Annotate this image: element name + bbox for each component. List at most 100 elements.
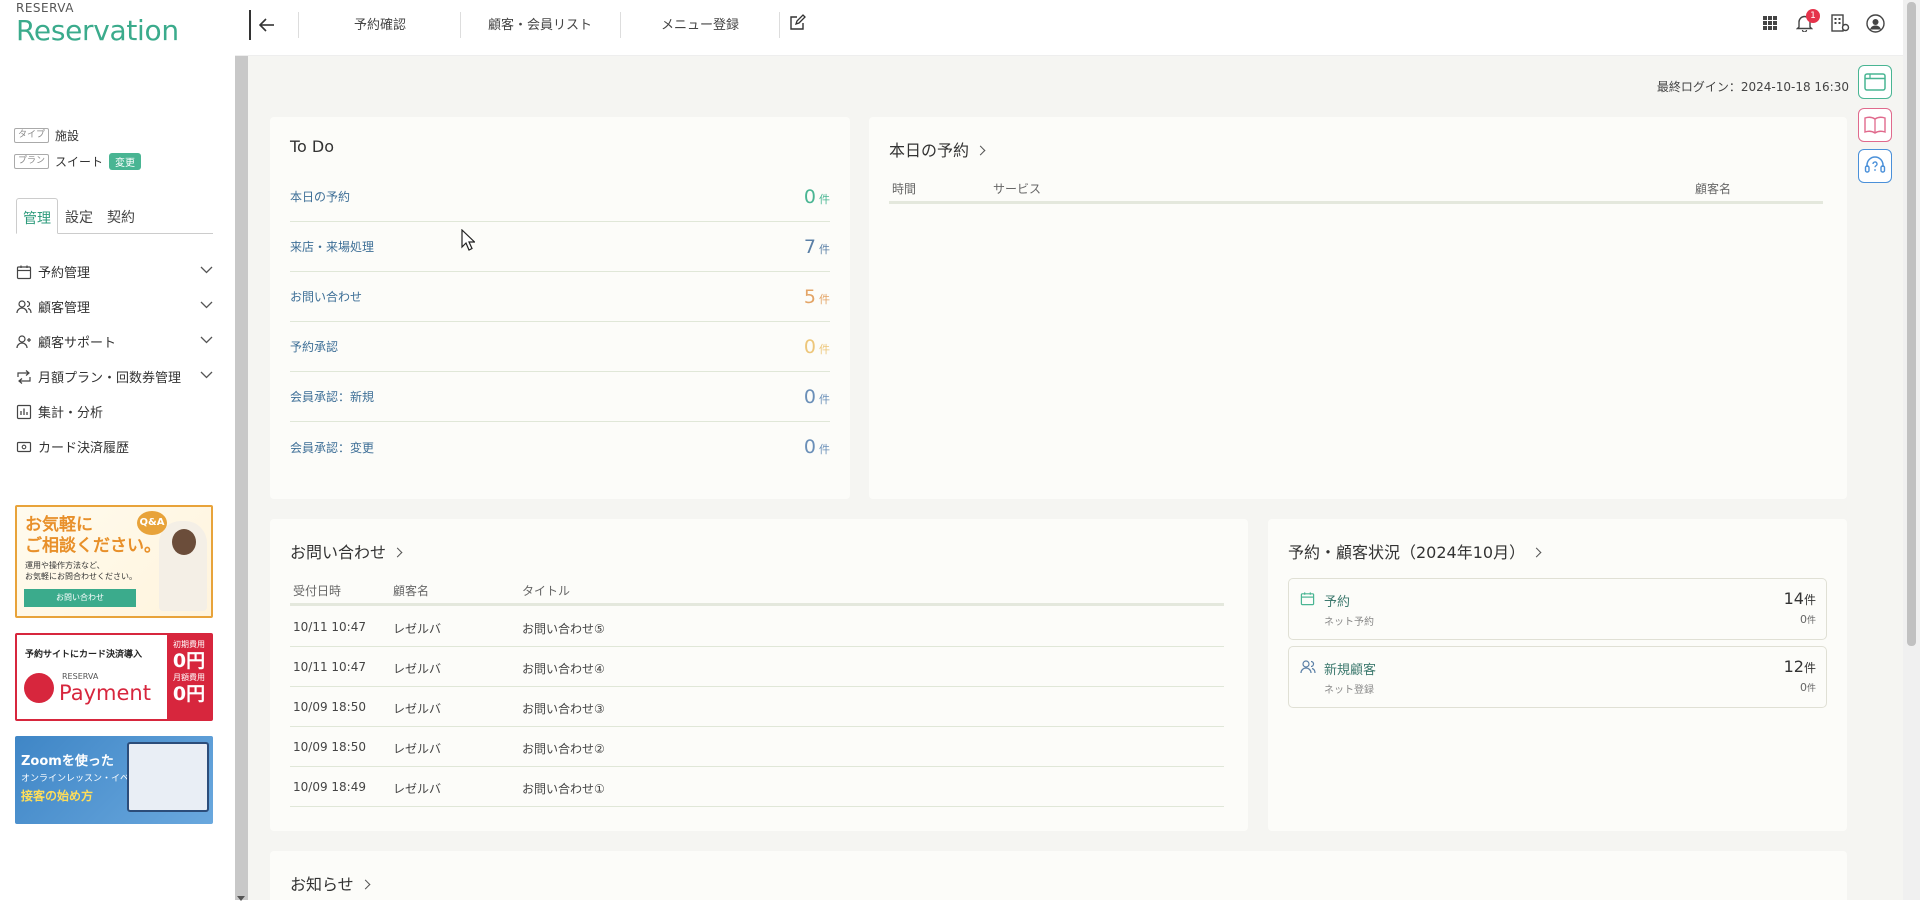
sidebar-item-label: カード決済履歴 <box>38 441 130 456</box>
todo-unit: 件 <box>819 342 830 356</box>
book-icon <box>1864 116 1886 134</box>
today-title-link[interactable]: 本日の予約 <box>889 137 986 161</box>
status-card: 予約・顧客状況（2024年10月） 予約 ネット予約 14件 0件 新規顧客 ネ… <box>1268 519 1847 831</box>
plan-change-button[interactable]: 変更 <box>109 153 142 170</box>
table-row[interactable]: 10/09 18:50 レゼルバ お問い合わせ② <box>290 727 1224 767</box>
todo-label: お問い合わせ <box>290 290 363 304</box>
stat-unit: 件 <box>1803 661 1816 675</box>
tab-contract[interactable]: 契約 <box>100 198 142 233</box>
building-settings-icon[interactable] <box>1831 14 1850 36</box>
cell-title: お問い合わせ④ <box>522 662 605 676</box>
nav-menu-register[interactable]: メニュー登録 <box>661 14 739 33</box>
cell-customer: レゼルバ <box>393 622 442 636</box>
todo-count: 0 <box>803 335 816 358</box>
tab-manage[interactable]: 管理 <box>16 198 58 234</box>
grid-icon[interactable] <box>1762 15 1778 35</box>
nav-reservation-check[interactable]: 予約確認 <box>354 14 406 33</box>
todo-count: 0 <box>803 185 816 208</box>
todo-unit: 件 <box>819 292 830 306</box>
zoom-banner[interactable]: Zoomを使った オンラインレッスン・イベント・ 接客の始め方 <box>15 736 213 824</box>
todo-row[interactable]: 本日の予約 0件 <box>290 172 830 222</box>
table-row[interactable]: 10/09 18:49 レゼルバ お問い合わせ① <box>290 767 1224 807</box>
contact-banner-button[interactable]: お問い合わせ <box>24 589 136 607</box>
contact-banner[interactable]: お気軽に ご相談ください。 運用や操作方法など、 お気軽にお問合わせください。 お問… <box>15 505 213 618</box>
today-reservations-card: 本日の予約 時間 サービス 顧客名 <box>869 117 1847 499</box>
todo-card: To Do 本日の予約 0件 来店・来場処理 7件 お問い合わせ 5件 予約承認… <box>270 117 850 499</box>
cell-customer: レゼルバ <box>393 782 442 796</box>
page-scrollbar[interactable] <box>1903 0 1920 900</box>
table-row[interactable]: 10/11 10:47 レゼルバ お問い合わせ⑤ <box>290 607 1224 647</box>
inquiries-title-link[interactable]: お問い合わせ <box>290 539 403 563</box>
sidebar-item-analytics[interactable]: 集計・分析 <box>16 394 213 429</box>
todo-row[interactable]: お問い合わせ 5件 <box>290 272 830 322</box>
todo-row[interactable]: 会員承認：新規 0件 <box>290 372 830 422</box>
chevron-down-icon <box>200 301 213 309</box>
cell-date: 10/09 18:50 <box>293 700 366 714</box>
table-header-divider <box>889 201 1823 204</box>
todo-count: 5 <box>803 285 816 308</box>
todo-label: 予約承認 <box>290 340 339 354</box>
todo-label: 本日の予約 <box>290 190 351 204</box>
payment-banner[interactable]: 予約サイトにカード決済導入 RESERVA Payment 初期費用 0円 月額… <box>15 633 213 721</box>
cell-customer: レゼルバ <box>393 702 442 716</box>
cell-customer: レゼルバ <box>393 742 442 756</box>
scrollbar-thumb[interactable] <box>1907 2 1916 646</box>
table-row[interactable]: 10/09 18:50 レゼルバ お問い合わせ③ <box>290 687 1224 727</box>
bell-icon[interactable]: 1 <box>1795 9 1820 36</box>
stat-label: 新規顧客 <box>1324 663 1377 678</box>
cell-title: お問い合わせ① <box>522 782 605 796</box>
site-preview-button[interactable] <box>1858 65 1892 99</box>
col-customer: 顧客名 <box>393 584 430 598</box>
sidebar-item-card-history[interactable]: カード決済履歴 <box>16 429 213 464</box>
support-button[interactable] <box>1858 149 1892 183</box>
zoom-banner-cta: 接客の始め方 <box>21 789 94 803</box>
facility-type: タイプ 施設 <box>14 127 79 144</box>
sidebar-item-reservations[interactable]: 予約管理 <box>16 254 213 289</box>
sidebar-item-customers[interactable]: 顧客管理 <box>16 289 213 324</box>
stat-unit: 件 <box>1803 593 1816 607</box>
sidebar-item-label: 月額プラン・回数券管理 <box>38 371 182 386</box>
notification-badge: 1 <box>1806 9 1820 23</box>
account-icon[interactable] <box>1866 14 1885 37</box>
sidebar-item-label: 顧客サポート <box>38 336 117 351</box>
stat-label: 予約 <box>1324 595 1351 610</box>
divider <box>460 12 461 38</box>
chart-icon <box>16 404 32 419</box>
cell-title: お問い合わせ② <box>522 742 605 756</box>
col-customer: 顧客名 <box>1695 182 1732 196</box>
nav-customer-list[interactable]: 顧客・会員リスト <box>488 14 592 33</box>
credit-card-icon <box>16 441 32 452</box>
table-header-divider <box>290 603 1224 606</box>
table-row[interactable]: 10/11 10:47 レゼルバ お問い合わせ④ <box>290 647 1224 687</box>
chevron-down-icon <box>200 371 213 379</box>
sidebar-item-support[interactable]: 顧客サポート <box>16 324 213 359</box>
news-title-link[interactable]: お知らせ <box>290 871 371 895</box>
scroll-down-arrow-icon[interactable] <box>236 888 246 907</box>
manual-button[interactable] <box>1858 108 1892 142</box>
todo-unit: 件 <box>819 192 830 206</box>
logo-title: Reservation <box>16 14 179 47</box>
status-title-link[interactable]: 予約・顧客状況（2024年10月） <box>1288 539 1542 563</box>
logo[interactable]: RESERVA Reservation <box>16 2 179 47</box>
payment-fees: 初期費用 0円 月額費用 0円 <box>167 635 211 719</box>
todo-label: 会員承認：新規 <box>290 390 375 404</box>
operator-head <box>172 529 196 555</box>
sidebar-item-plans[interactable]: 月額プラン・回数券管理 <box>16 359 213 394</box>
stat-unit: 件 <box>1806 616 1816 626</box>
sidebar-resize-bar[interactable] <box>235 56 248 900</box>
todo-row[interactable]: 来店・来場処理 7件 <box>290 222 830 272</box>
cell-date: 10/09 18:49 <box>293 780 366 794</box>
collapse-sidebar-button[interactable] <box>249 10 275 40</box>
help-headset-icon <box>1864 156 1886 173</box>
inquiries-card: お問い合わせ 受付日時 顧客名 タイトル 10/11 10:47 レゼルバ お問… <box>270 519 1248 831</box>
todo-row[interactable]: 会員承認：変更 0件 <box>290 422 830 472</box>
divider <box>298 12 299 38</box>
reservation-stat[interactable]: 予約 ネット予約 14件 0件 <box>1288 578 1827 640</box>
tab-settings[interactable]: 設定 <box>58 198 100 233</box>
todo-row[interactable]: 予約承認 0件 <box>290 322 830 372</box>
col-received: 受付日時 <box>293 584 342 598</box>
new-customer-stat[interactable]: 新規顧客 ネット登録 12件 0件 <box>1288 646 1827 708</box>
chevron-down-icon <box>200 266 213 274</box>
today-title: 本日の予約 <box>889 141 970 160</box>
edit-icon[interactable] <box>789 14 806 35</box>
